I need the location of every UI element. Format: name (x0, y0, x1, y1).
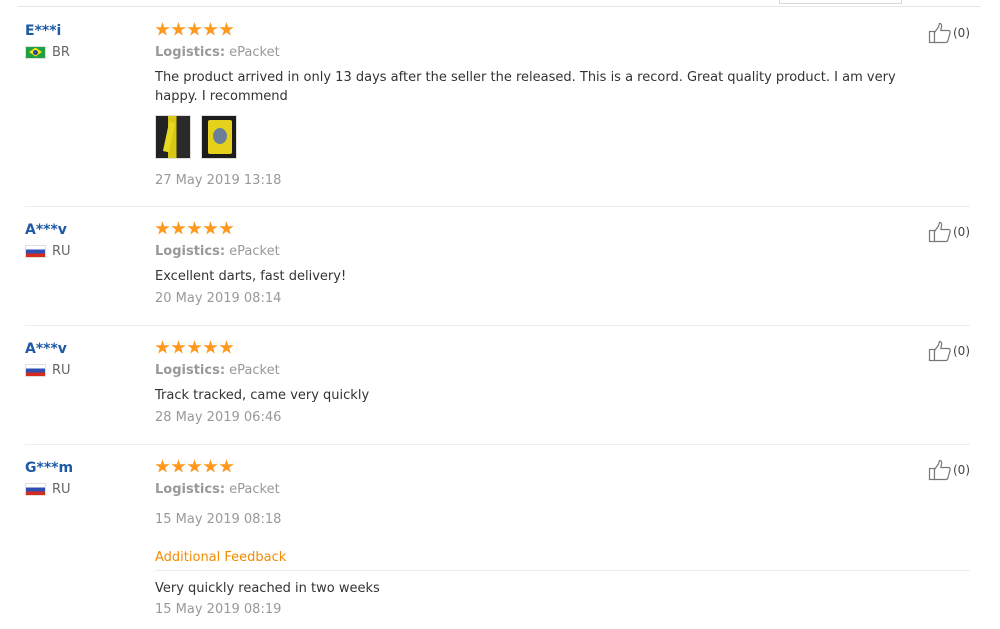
star-icon (219, 459, 234, 473)
additional-feedback-title: Additional Feedback (155, 550, 287, 565)
star-icon (203, 22, 218, 36)
user-country: RU (25, 481, 145, 497)
sort-dropdown-edge[interactable] (779, 0, 902, 4)
thumbs-up-icon (928, 22, 951, 44)
logistics-label: Logistics: (155, 363, 226, 378)
user-name[interactable]: G***m (25, 459, 145, 477)
logistics-value: ePacket (229, 45, 280, 60)
logistics-label: Logistics: (155, 244, 226, 259)
useful-button[interactable]: (0) (928, 340, 970, 362)
russia-flag-icon (25, 244, 46, 258)
review-date: 15 May 2019 08:18 (155, 512, 282, 527)
star-rating (155, 340, 915, 356)
user-name[interactable]: A***v (25, 221, 145, 239)
review-content: Logistics: ePacket Track tracked, came v… (155, 340, 915, 427)
review-text: Track tracked, came very quickly (155, 388, 370, 403)
review-item: A***v RU Logistics: ePacket Track tracke… (25, 340, 970, 440)
useful-count: (0) (953, 26, 970, 40)
logistics-info: Logistics: ePacket (155, 243, 915, 261)
star-icon (155, 340, 170, 354)
star-rating (155, 22, 915, 38)
user-name[interactable]: E***i (25, 22, 145, 40)
star-icon (187, 340, 202, 354)
user-country: BR (25, 44, 145, 60)
russia-flag-icon (25, 482, 46, 496)
star-icon (219, 340, 234, 354)
review-content: Logistics: ePacket Excellent darts, fast… (155, 221, 915, 308)
useful-button[interactable]: (0) (928, 459, 970, 481)
thumbs-up-icon (928, 340, 951, 362)
logistics-value: ePacket (229, 244, 280, 259)
review-user: G***m RU (25, 459, 145, 497)
review-content: Logistics: ePacket 15 May 2019 08:18 Add… (155, 459, 970, 619)
star-icon (203, 340, 218, 354)
review-user: E***i BR (25, 22, 145, 60)
russia-flag-icon (25, 363, 46, 377)
star-rating (155, 221, 915, 237)
user-country: RU (25, 362, 145, 378)
logistics-info: Logistics: ePacket (155, 362, 915, 380)
useful-count: (0) (953, 225, 970, 239)
review-photo-thumbnail[interactable] (201, 115, 237, 159)
star-icon (155, 459, 170, 473)
useful-button[interactable]: (0) (928, 22, 970, 44)
logistics-info: Logistics: ePacket (155, 481, 915, 499)
review-photos (155, 115, 915, 159)
star-icon (219, 221, 234, 235)
thumbs-up-icon (928, 221, 951, 243)
review-divider (25, 325, 970, 326)
review-content: Logistics: ePacket The product arrived i… (155, 22, 915, 190)
additional-feedback-date: 15 May 2019 08:19 (155, 602, 282, 617)
logistics-value: ePacket (229, 363, 280, 378)
top-divider (18, 6, 981, 7)
star-icon (187, 221, 202, 235)
star-icon (171, 221, 186, 235)
star-icon (171, 340, 186, 354)
additional-feedback-divider (155, 570, 970, 571)
star-icon (203, 221, 218, 235)
review-text: The product arrived in only 13 days afte… (155, 70, 896, 104)
country-code: BR (52, 44, 70, 60)
star-icon (203, 459, 218, 473)
review-item: A***v RU Logistics: ePacket Excellent da… (25, 221, 970, 321)
country-code: RU (52, 243, 71, 259)
logistics-label: Logistics: (155, 45, 226, 60)
review-photo-thumbnail[interactable] (155, 115, 191, 159)
star-rating (155, 459, 915, 475)
brazil-flag-icon (25, 45, 46, 59)
star-icon (155, 22, 170, 36)
useful-count: (0) (953, 344, 970, 358)
review-divider (25, 206, 970, 207)
star-icon (171, 459, 186, 473)
star-icon (187, 22, 202, 36)
review-date: 28 May 2019 06:46 (155, 410, 282, 425)
user-name[interactable]: A***v (25, 340, 145, 358)
review-divider (25, 444, 970, 445)
logistics-label: Logistics: (155, 482, 226, 497)
logistics-info: Logistics: ePacket (155, 44, 915, 62)
review-text: Excellent darts, fast delivery! (155, 269, 347, 284)
review-user: A***v RU (25, 340, 145, 378)
review-item: E***i BR Logistics: ePacket The product … (25, 22, 970, 197)
star-icon (155, 221, 170, 235)
review-date: 20 May 2019 08:14 (155, 291, 282, 306)
review-user: A***v RU (25, 221, 145, 259)
thumbs-up-icon (928, 459, 951, 481)
review-date: 27 May 2019 13:18 (155, 173, 282, 188)
country-code: RU (52, 481, 71, 497)
useful-button[interactable]: (0) (928, 221, 970, 243)
logistics-value: ePacket (229, 482, 280, 497)
user-country: RU (25, 243, 145, 259)
review-item: G***m RU Logistics: ePacket 15 May 2019 … (25, 459, 970, 624)
star-icon (171, 22, 186, 36)
country-code: RU (52, 362, 71, 378)
star-icon (219, 22, 234, 36)
useful-count: (0) (953, 463, 970, 477)
additional-feedback-text: Very quickly reached in two weeks (155, 581, 380, 596)
star-icon (187, 459, 202, 473)
